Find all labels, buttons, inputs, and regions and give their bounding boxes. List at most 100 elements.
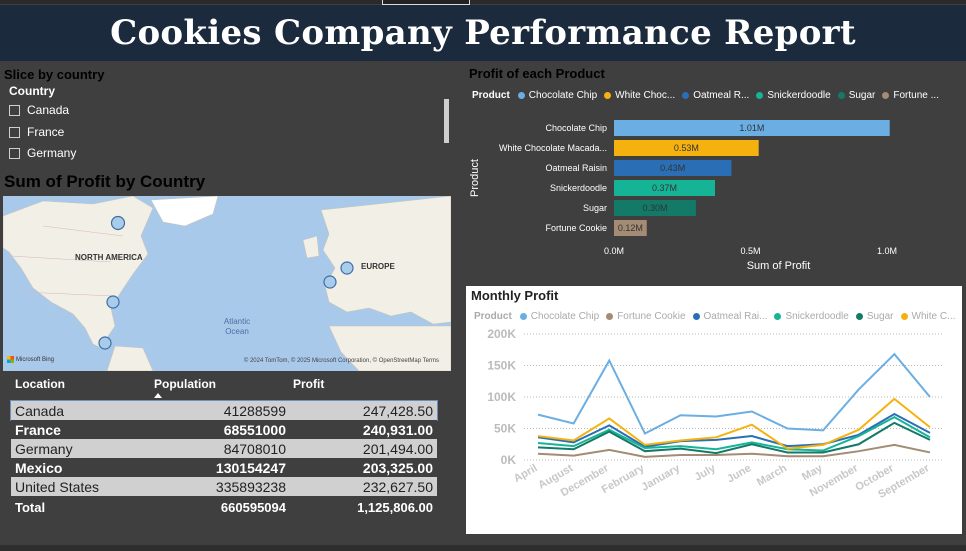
legend-item[interactable]: Fortune ... xyxy=(882,90,939,101)
map-credit[interactable]: © 2024 TomTom, © 2025 Microsoft Corporat… xyxy=(244,358,439,364)
cell-location: Mexico xyxy=(15,459,63,476)
legend-label: Chocolate Chip xyxy=(528,90,598,101)
bing-attribution: Microsoft Bing xyxy=(7,356,54,363)
y-tick-label: 200K xyxy=(487,327,516,341)
x-tick-label: 0.5M xyxy=(740,246,760,256)
legend-dot-icon xyxy=(682,92,690,99)
table-row[interactable]: United States 335893238 232,627.50 xyxy=(11,477,437,496)
legend-label: Fortune Cookie xyxy=(617,311,686,322)
bing-label: Microsoft Bing xyxy=(16,356,55,363)
legend-label: White Choc... xyxy=(615,90,676,101)
table-row[interactable]: France 68551000 240,931.00 xyxy=(11,420,437,439)
bar-data-label: 0.37M xyxy=(652,183,677,193)
legend-item[interactable]: Snickerdoodle xyxy=(774,311,849,322)
legend-dot-icon xyxy=(519,313,527,320)
slicer-item-germany[interactable]: Germany xyxy=(9,144,76,162)
legend-item[interactable]: Snickerdoodle xyxy=(756,90,831,101)
table-row[interactable]: Mexico 130154247 203,325.00 xyxy=(11,458,437,477)
cell-location: Germany xyxy=(15,440,73,457)
marker-germany[interactable] xyxy=(340,261,354,275)
marker-france[interactable] xyxy=(323,275,337,289)
legend-dot-icon xyxy=(774,313,782,320)
y-tick-label: 50K xyxy=(494,422,516,436)
cell-profit: 240,931.00 xyxy=(362,421,433,438)
legend-label: Snickerdoodle xyxy=(785,311,849,322)
legend-dot-icon xyxy=(604,92,612,99)
table-row[interactable]: Canada 41288599 247,428.50 xyxy=(10,400,438,421)
slicer-item-canada[interactable]: Canada xyxy=(9,101,69,119)
cell-population: 41288599 xyxy=(223,402,286,419)
marker-united-states[interactable] xyxy=(106,295,120,309)
top-border xyxy=(0,0,966,4)
checkbox[interactable] xyxy=(9,104,20,116)
slicer-scrollbar[interactable] xyxy=(444,99,449,143)
cell-population: 335893238 xyxy=(215,478,286,495)
cell-profit: 201,494.00 xyxy=(362,440,433,457)
legend-item[interactable]: White C... xyxy=(900,311,956,322)
bar-category-label: Chocolate Chip xyxy=(545,123,607,133)
y-tick-label: 0K xyxy=(501,453,517,467)
legend-title: Product xyxy=(474,311,512,322)
column-header-location[interactable]: Location xyxy=(15,377,65,391)
line-chart-title: Monthly Profit xyxy=(471,288,559,303)
legend-item[interactable]: Chocolate Chip xyxy=(519,311,599,322)
legend-item[interactable]: Sugar xyxy=(837,90,875,101)
series-line xyxy=(537,416,931,452)
column-header-profit[interactable]: Profit xyxy=(293,377,324,391)
line-chart[interactable]: 200K150K100K50K0KAprilAugustDecemberFebr… xyxy=(466,326,962,534)
left-panel: Slice by country Country Canada France G… xyxy=(0,61,458,551)
cell-population: 130154247 xyxy=(215,459,286,476)
cell-location: Canada xyxy=(15,402,65,419)
legend-label: White C... xyxy=(911,311,956,322)
table-row[interactable]: Germany 84708010 201,494.00 xyxy=(11,439,437,458)
profit-map[interactable]: NORTH AMERICA EUROPE Atlantic Ocean Micr… xyxy=(3,196,451,371)
slicer-item-france[interactable]: France xyxy=(9,123,64,141)
legend-label: Oatmeal R... xyxy=(693,90,750,101)
legend-item[interactable]: Chocolate Chip xyxy=(517,90,598,101)
legend-dot-icon xyxy=(837,92,845,99)
legend-item[interactable]: Oatmeal R... xyxy=(682,90,749,101)
legend-title: Product xyxy=(472,90,510,101)
legend-item[interactable]: White Choc... xyxy=(604,90,675,101)
legend-label: Snickerdoodle xyxy=(767,90,831,101)
series-line xyxy=(537,352,931,435)
report-banner: Cookies Company Performance Report xyxy=(0,5,966,61)
legend-dot-icon xyxy=(517,92,525,99)
legend-label: Fortune ... xyxy=(893,90,939,101)
y-tick-label: 150K xyxy=(487,359,516,373)
slicer-item-label: Canada xyxy=(27,103,70,117)
slicer-title: Slice by country xyxy=(4,67,105,82)
marker-mexico[interactable] xyxy=(98,336,112,350)
bar-chart[interactable]: Chocolate Chip 1.01M White Chocolate Macad… xyxy=(466,108,962,278)
legend-item[interactable]: Oatmeal Rai... xyxy=(692,311,767,322)
line-chart-legend: Product Chocolate Chip Fortune Cookie Oatm… xyxy=(474,311,962,322)
bar-data-label: 0.30M xyxy=(642,203,667,213)
marker-canada[interactable] xyxy=(110,215,126,231)
bar-data-label: 0.53M xyxy=(674,143,699,153)
column-header-population[interactable]: Population xyxy=(154,377,216,391)
cell-profit: 247,428.50 xyxy=(362,402,433,419)
checkbox[interactable] xyxy=(9,147,20,159)
checkbox[interactable] xyxy=(9,126,20,138)
legend-item[interactable]: Fortune Cookie xyxy=(606,311,686,322)
x-tick-label: 1.0M xyxy=(877,246,897,256)
cell-population: 68551000 xyxy=(223,421,286,438)
slicer-header: Country xyxy=(9,84,55,98)
sort-ascending-icon xyxy=(154,393,162,398)
cell-profit: 203,325.00 xyxy=(362,459,433,476)
map-label-europe: EUROPE xyxy=(361,262,395,271)
bar-chart-title: Profit of each Product xyxy=(469,66,605,81)
table-total-row: Total 660595094 1,125,806.00 xyxy=(11,496,437,518)
bar-chart-legend: Product Chocolate Chip White Choc... Oatme… xyxy=(472,90,946,101)
x-tick-label: June xyxy=(725,462,753,485)
map-title: Sum of Profit by Country xyxy=(4,172,206,191)
bar-data-label: 1.01M xyxy=(739,123,764,133)
series-line xyxy=(537,397,931,450)
y-axis-label: Product xyxy=(469,159,481,197)
y-tick-label: 100K xyxy=(487,390,516,404)
x-tick-label: July xyxy=(693,462,719,484)
bar-category-label: Snickerdoodle xyxy=(550,183,607,193)
legend-item[interactable]: Sugar xyxy=(855,311,894,322)
map-land xyxy=(3,196,451,371)
cell-total-population: 660595094 xyxy=(220,499,286,515)
